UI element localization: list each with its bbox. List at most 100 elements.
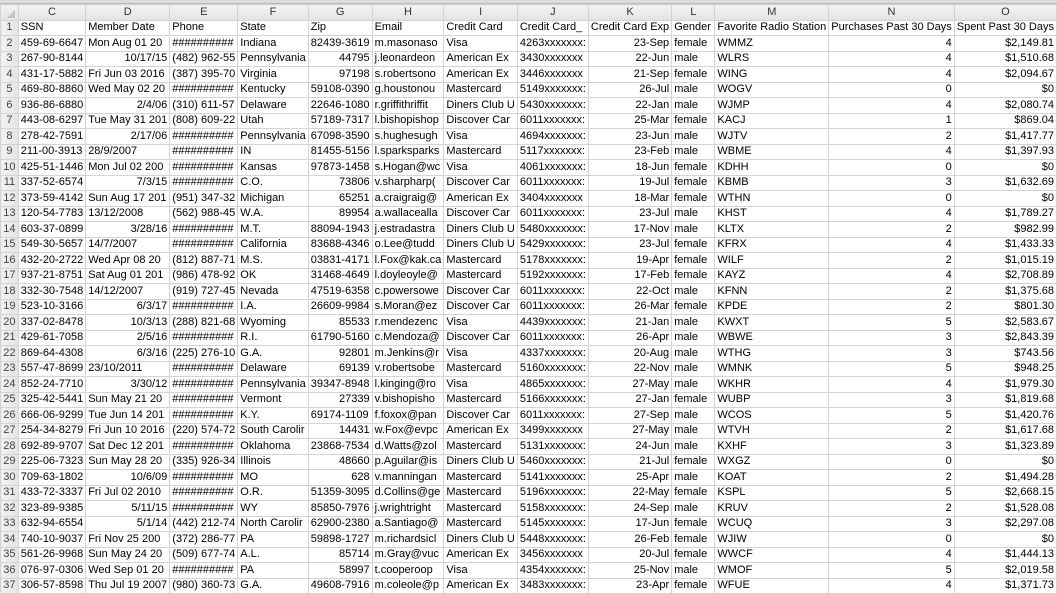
- cell-state[interactable]: MO: [237, 469, 309, 486]
- cell-spent-past-30-days[interactable]: $2,708.89: [953, 267, 1057, 284]
- cell-spent-past-30-days[interactable]: $1,015.19: [953, 252, 1057, 269]
- cell-credit-card-number[interactable]: 6011xxxxxxx:: [516, 205, 589, 222]
- cell-member-date[interactable]: 6/3/17: [85, 298, 171, 315]
- cell-member-date[interactable]: Fri Jun 03 2016: [85, 66, 171, 83]
- cell-credit-card-exp[interactable]: 22-Jun: [587, 50, 673, 67]
- cell-member-date[interactable]: 28/9/2007: [85, 143, 171, 160]
- cell-purchases-past-30-days[interactable]: 4: [828, 66, 955, 83]
- cell-credit-card-exp[interactable]: 23-Jun: [587, 128, 673, 145]
- cell-email[interactable]: f.foxox@pan: [371, 407, 445, 424]
- cell-gender[interactable]: female: [671, 484, 716, 501]
- cell-phone[interactable]: ##########: [169, 376, 239, 393]
- cell-gender[interactable]: male: [671, 407, 716, 424]
- cell-state[interactable]: State: [237, 19, 309, 36]
- cell-favorite-radio-station[interactable]: KAYZ: [714, 267, 830, 284]
- cell-credit-card-number[interactable]: 5145xxxxxxx:: [516, 515, 589, 532]
- cell-email[interactable]: a.craigraig@: [371, 190, 445, 207]
- cell-spent-past-30-days[interactable]: $0: [953, 453, 1057, 470]
- cell-phone[interactable]: (220) 574-72: [169, 422, 239, 439]
- cell-spent-past-30-days[interactable]: $2,094.67: [953, 66, 1057, 83]
- cell-favorite-radio-station[interactable]: WILF: [714, 252, 830, 269]
- column-header-m[interactable]: M: [714, 4, 830, 21]
- select-all-corner[interactable]: [0, 4, 19, 21]
- cell-credit-card[interactable]: Diners Club U: [443, 453, 518, 470]
- cell-credit-card-exp[interactable]: 20-Aug: [587, 345, 673, 362]
- cell-credit-card-number[interactable]: 6011xxxxxxx:: [516, 298, 589, 315]
- cell-favorite-radio-station[interactable]: KXHF: [714, 438, 830, 455]
- cell-purchases-past-30-days[interactable]: 2: [828, 469, 955, 486]
- cell-phone[interactable]: (442) 212-74: [169, 515, 239, 532]
- cell-spent-past-30-days[interactable]: $982.99: [953, 221, 1057, 238]
- cell-spent-past-30-days[interactable]: $1,444.13: [953, 546, 1057, 563]
- cell-phone[interactable]: ##########: [169, 407, 239, 424]
- cell-email[interactable]: m.richardsicl: [371, 531, 445, 548]
- cell-state[interactable]: O.R.: [237, 484, 309, 501]
- cell-ssn[interactable]: 332-30-7548: [17, 283, 87, 300]
- row-header[interactable]: 11: [0, 174, 19, 191]
- cell-credit-card-exp[interactable]: 21-Sep: [587, 66, 673, 83]
- cell-ssn[interactable]: 433-72-3337: [17, 484, 87, 501]
- cell-credit-card-exp[interactable]: 25-Nov: [587, 562, 673, 579]
- cell-state[interactable]: K.Y.: [237, 407, 309, 424]
- cell-gender[interactable]: male: [671, 376, 716, 393]
- cell-ssn[interactable]: 323-89-9385: [17, 500, 87, 517]
- cell-email[interactable]: c.powersowe: [371, 283, 445, 300]
- cell-credit-card[interactable]: Discover Car: [443, 329, 518, 346]
- cell-credit-card-number[interactable]: 3456xxxxxxx: [516, 546, 589, 563]
- cell-phone[interactable]: (951) 347-32: [169, 190, 239, 207]
- cell-member-date[interactable]: Wed Apr 08 20: [85, 252, 171, 269]
- row-header[interactable]: 37: [0, 577, 19, 594]
- cell-favorite-radio-station[interactable]: KACJ: [714, 112, 830, 129]
- row-header[interactable]: 19: [0, 298, 19, 315]
- cell-credit-card[interactable]: Visa: [443, 159, 518, 176]
- cell-zip[interactable]: 88094-1943: [307, 221, 373, 238]
- cell-member-date[interactable]: Tue May 31 201: [85, 112, 171, 129]
- cell-ssn[interactable]: 740-10-9037: [17, 531, 87, 548]
- cell-ssn[interactable]: 561-26-9968: [17, 546, 87, 563]
- cell-gender[interactable]: male: [671, 221, 716, 238]
- cell-state[interactable]: Wyoming: [237, 314, 309, 331]
- cell-credit-card[interactable]: Diners Club U: [443, 531, 518, 548]
- cell-purchases-past-30-days[interactable]: 2: [828, 422, 955, 439]
- cell-state[interactable]: OK: [237, 267, 309, 284]
- cell-email[interactable]: a.Santiago@: [371, 515, 445, 532]
- cell-member-date[interactable]: 10/17/15: [85, 50, 171, 67]
- cell-favorite-radio-station[interactable]: KSPL: [714, 484, 830, 501]
- cell-zip[interactable]: 39347-8948: [307, 376, 373, 393]
- cell-credit-card-exp[interactable]: 22-May: [587, 484, 673, 501]
- cell-credit-card-number[interactable]: 6011xxxxxxx:: [516, 112, 589, 129]
- cell-purchases-past-30-days[interactable]: 0: [828, 531, 955, 548]
- cell-member-date[interactable]: 2/4/06: [85, 97, 171, 114]
- cell-member-date[interactable]: Sun Aug 17 201: [85, 190, 171, 207]
- row-header[interactable]: 34: [0, 531, 19, 548]
- row-header[interactable]: 29: [0, 453, 19, 470]
- cell-zip[interactable]: 97198: [307, 66, 373, 83]
- cell-gender[interactable]: male: [671, 422, 716, 439]
- cell-email[interactable]: Email: [371, 19, 445, 36]
- cell-credit-card[interactable]: American Ex: [443, 577, 518, 594]
- cell-phone[interactable]: (387) 395-70: [169, 66, 239, 83]
- cell-state[interactable]: North Carolir: [237, 515, 309, 532]
- cell-favorite-radio-station[interactable]: WWCF: [714, 546, 830, 563]
- cell-phone[interactable]: (288) 821-68: [169, 314, 239, 331]
- spreadsheet-grid[interactable]: CDEFGHIJKLMNO 1 SSN Member Date Phone State Z…: [0, 4, 1057, 594]
- cell-zip[interactable]: 51359-3095: [307, 484, 373, 501]
- cell-state[interactable]: Utah: [237, 112, 309, 129]
- cell-credit-card[interactable]: Visa: [443, 345, 518, 362]
- cell-phone[interactable]: (310) 611-57: [169, 97, 239, 114]
- cell-credit-card-exp[interactable]: 27-May: [587, 376, 673, 393]
- cell-email[interactable]: r.griffithriffit: [371, 97, 445, 114]
- cell-favorite-radio-station[interactable]: WBME: [714, 143, 830, 160]
- cell-zip[interactable]: 82439-3619: [307, 35, 373, 52]
- cell-credit-card-number[interactable]: 5429xxxxxxx:: [516, 236, 589, 253]
- cell-credit-card-number[interactable]: Credit Card_: [516, 19, 589, 36]
- cell-ssn[interactable]: 666-06-9299: [17, 407, 87, 424]
- cell-credit-card-number[interactable]: 5158xxxxxxx:: [516, 500, 589, 517]
- cell-email[interactable]: s.robertsono: [371, 66, 445, 83]
- column-header-f[interactable]: F: [237, 4, 309, 21]
- cell-spent-past-30-days[interactable]: $2,843.39: [953, 329, 1057, 346]
- cell-email[interactable]: m.Gray@vuc: [371, 546, 445, 563]
- cell-credit-card[interactable]: Mastercard: [443, 81, 518, 98]
- cell-favorite-radio-station[interactable]: WJMP: [714, 97, 830, 114]
- cell-credit-card-exp[interactable]: 25-Mar: [587, 112, 673, 129]
